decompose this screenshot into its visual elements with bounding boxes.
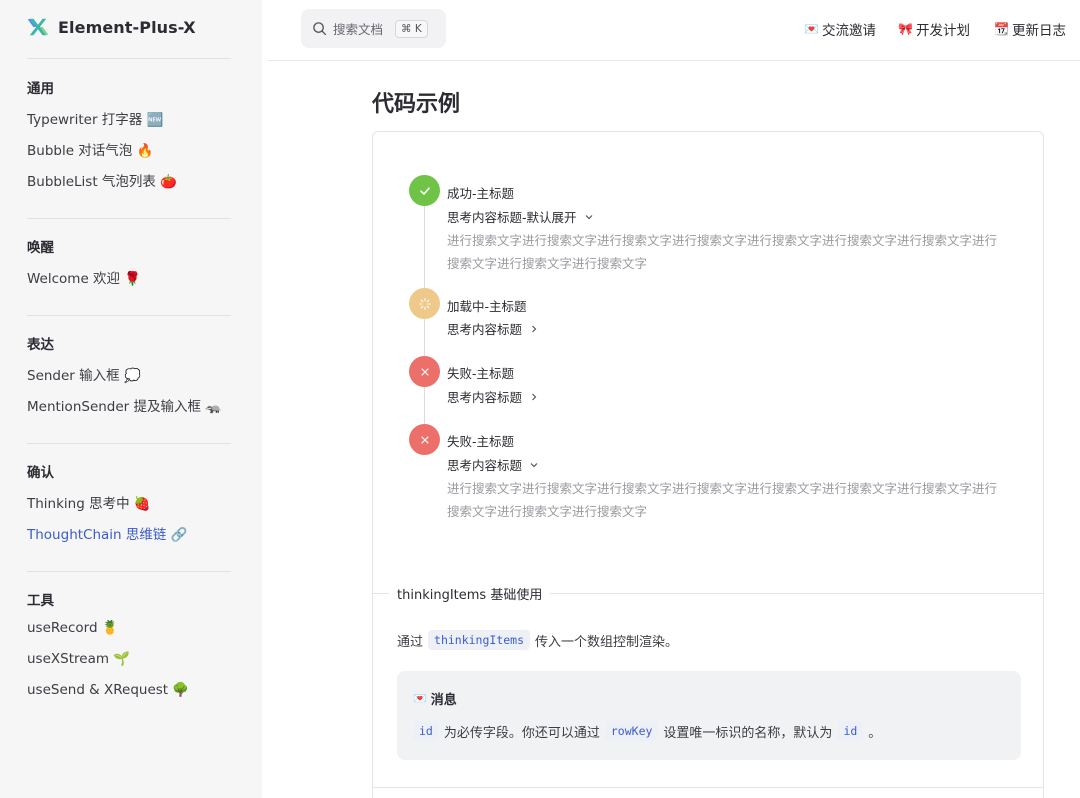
chevron-right-icon [532,325,537,332]
sidebar-item-userecord[interactable]: useRecord 🍍 [27,620,119,636]
brand[interactable]: Element-Plus-X [27,16,196,38]
group-title-tools: 工具 [27,593,54,609]
love-letter-icon: 💌 [804,22,819,36]
step-title: 失败-主标题 [447,434,515,449]
sidebar-item-typewriter[interactable]: Typewriter 打字器 🆕 [27,108,163,128]
group-title-general: 通用 [27,81,54,97]
nav-link-roadmap[interactable]: 🎀 开发计划 [898,19,970,39]
chain-connector [424,319,425,356]
step-content: 进行搜索文字进行搜索文字进行搜索文字进行搜索文字进行搜索文字进行搜索文字进行搜索… [447,233,998,271]
nav-link-label: 交流邀请 [821,23,876,39]
chevron-down-icon [585,214,592,219]
chevron-down-icon [530,462,538,467]
tip-text: 设置唯一标识的名称，默认为 [663,725,833,741]
nav-link-label: 更新日志 [1011,23,1066,39]
sidebar-divider [27,571,231,572]
step-toggle[interactable]: 思考内容标题 [447,319,539,338]
loading-spinner-icon [409,288,440,319]
sidebar-item-usexstream[interactable]: useXStream 🌱 [27,651,130,667]
sidebar-divider [27,58,231,59]
success-check-icon [409,175,440,206]
sidebar-item-thoughtchain[interactable]: ThoughtChain 思维链 🔗 [27,523,188,543]
step-subtitle: 思考内容标题 [447,390,523,405]
element-plus-x-logo-icon [27,18,49,36]
step-title: 成功-主标题 [447,186,515,201]
tip-text: 为必传字段。你还可以通过 [443,725,600,741]
ribbon-icon: 🎀 [898,22,913,36]
inline-code: id [413,721,439,741]
demo-card: 成功-主标题 思考内容标题-默认展开 进行搜索文字进行搜索文字进行搜索文字进行搜… [372,131,1044,798]
tip-title: 💌 消息 [413,689,457,708]
section-description: 通过 thinkingItems 传入一个数组控制渲染。 [397,630,678,650]
brand-name: Element-Plus-X [58,17,196,37]
search-button[interactable]: 搜索文档 ⌘ K [301,9,446,48]
inline-code: rowKey [604,721,659,741]
tip-body: id 为必传字段。你还可以通过 rowKey 设置唯一标识的名称，默认为 id … [413,721,881,741]
tip-box: 💌 消息 id 为必传字段。你还可以通过 rowKey 设置唯一标识的名称，默认… [397,671,1021,760]
sidebar: Element-Plus-X 通用 Typewriter 打字器 🆕 Bubbl… [0,0,262,798]
sidebar-item-sender[interactable]: Sender 输入框 💭 [27,364,141,384]
sidebar-item-welcome[interactable]: Welcome 欢迎 🌹 [27,267,141,287]
step-toggle[interactable]: 思考内容标题 [447,455,539,474]
calendar-icon: 📆 [994,22,1009,36]
desc-text: 通过 [397,634,424,650]
sidebar-divider [27,218,231,219]
group-title-wakeup: 唤醒 [27,240,54,256]
step-subtitle: 思考内容标题 [447,322,523,337]
nav-link-label: 开发计划 [915,23,970,39]
sidebar-divider [27,443,231,444]
sidebar-item-bubble[interactable]: Bubble 对话气泡 🔥 [27,139,153,159]
step-title: 失败-主标题 [447,366,515,381]
step-content: 进行搜索文字进行搜索文字进行搜索文字进行搜索文字进行搜索文字进行搜索文字进行搜索… [447,481,998,519]
group-title-express: 表达 [27,337,54,353]
chain-connector [424,386,425,424]
sidebar-item-usesend-xrequest[interactable]: useSend & XRequest 🌳 [27,682,189,698]
inline-code: id [837,721,864,741]
topbar-divider [268,60,1080,61]
search-shortcut-key: ⌘ K [395,19,428,38]
nav-link-changelog[interactable]: 📆 更新日志 [994,19,1066,39]
step-subtitle: 思考内容标题-默认展开 [447,210,577,225]
search-placeholder: 搜索文档 [333,22,384,37]
step-subtitle: 思考内容标题 [447,458,523,473]
error-close-icon [409,356,440,387]
sidebar-divider [27,315,231,316]
tip-text: 。 [868,725,882,741]
step-toggle[interactable]: 思考内容标题-默认展开 [447,207,594,226]
love-letter-icon: 💌 [413,692,427,705]
error-close-icon [409,424,440,455]
tip-title-text: 消息 [430,693,457,708]
nav-link-invite[interactable]: 💌 交流邀请 [804,19,876,39]
chevron-right-icon [532,393,537,400]
inline-code: thinkingItems [428,630,531,650]
sidebar-item-thinking[interactable]: Thinking 思考中 🍓 [27,492,151,512]
page-title: 代码示例 [372,92,461,117]
sidebar-item-bubblelist[interactable]: BubbleList 气泡列表 🍅 [27,170,177,190]
section-divider [373,787,1043,788]
desc-text: 传入一个数组控制渲染。 [535,634,679,650]
section-title: thinkingItems 基础使用 [389,584,551,603]
step-title: 加载中-主标题 [447,299,527,314]
step-toggle[interactable]: 思考内容标题 [447,387,539,406]
chain-connector [424,205,425,291]
group-title-confirm: 确认 [27,465,54,481]
search-icon [313,22,327,36]
sidebar-item-mentionsender[interactable]: MentionSender 提及输入框 🦡 [27,395,222,415]
